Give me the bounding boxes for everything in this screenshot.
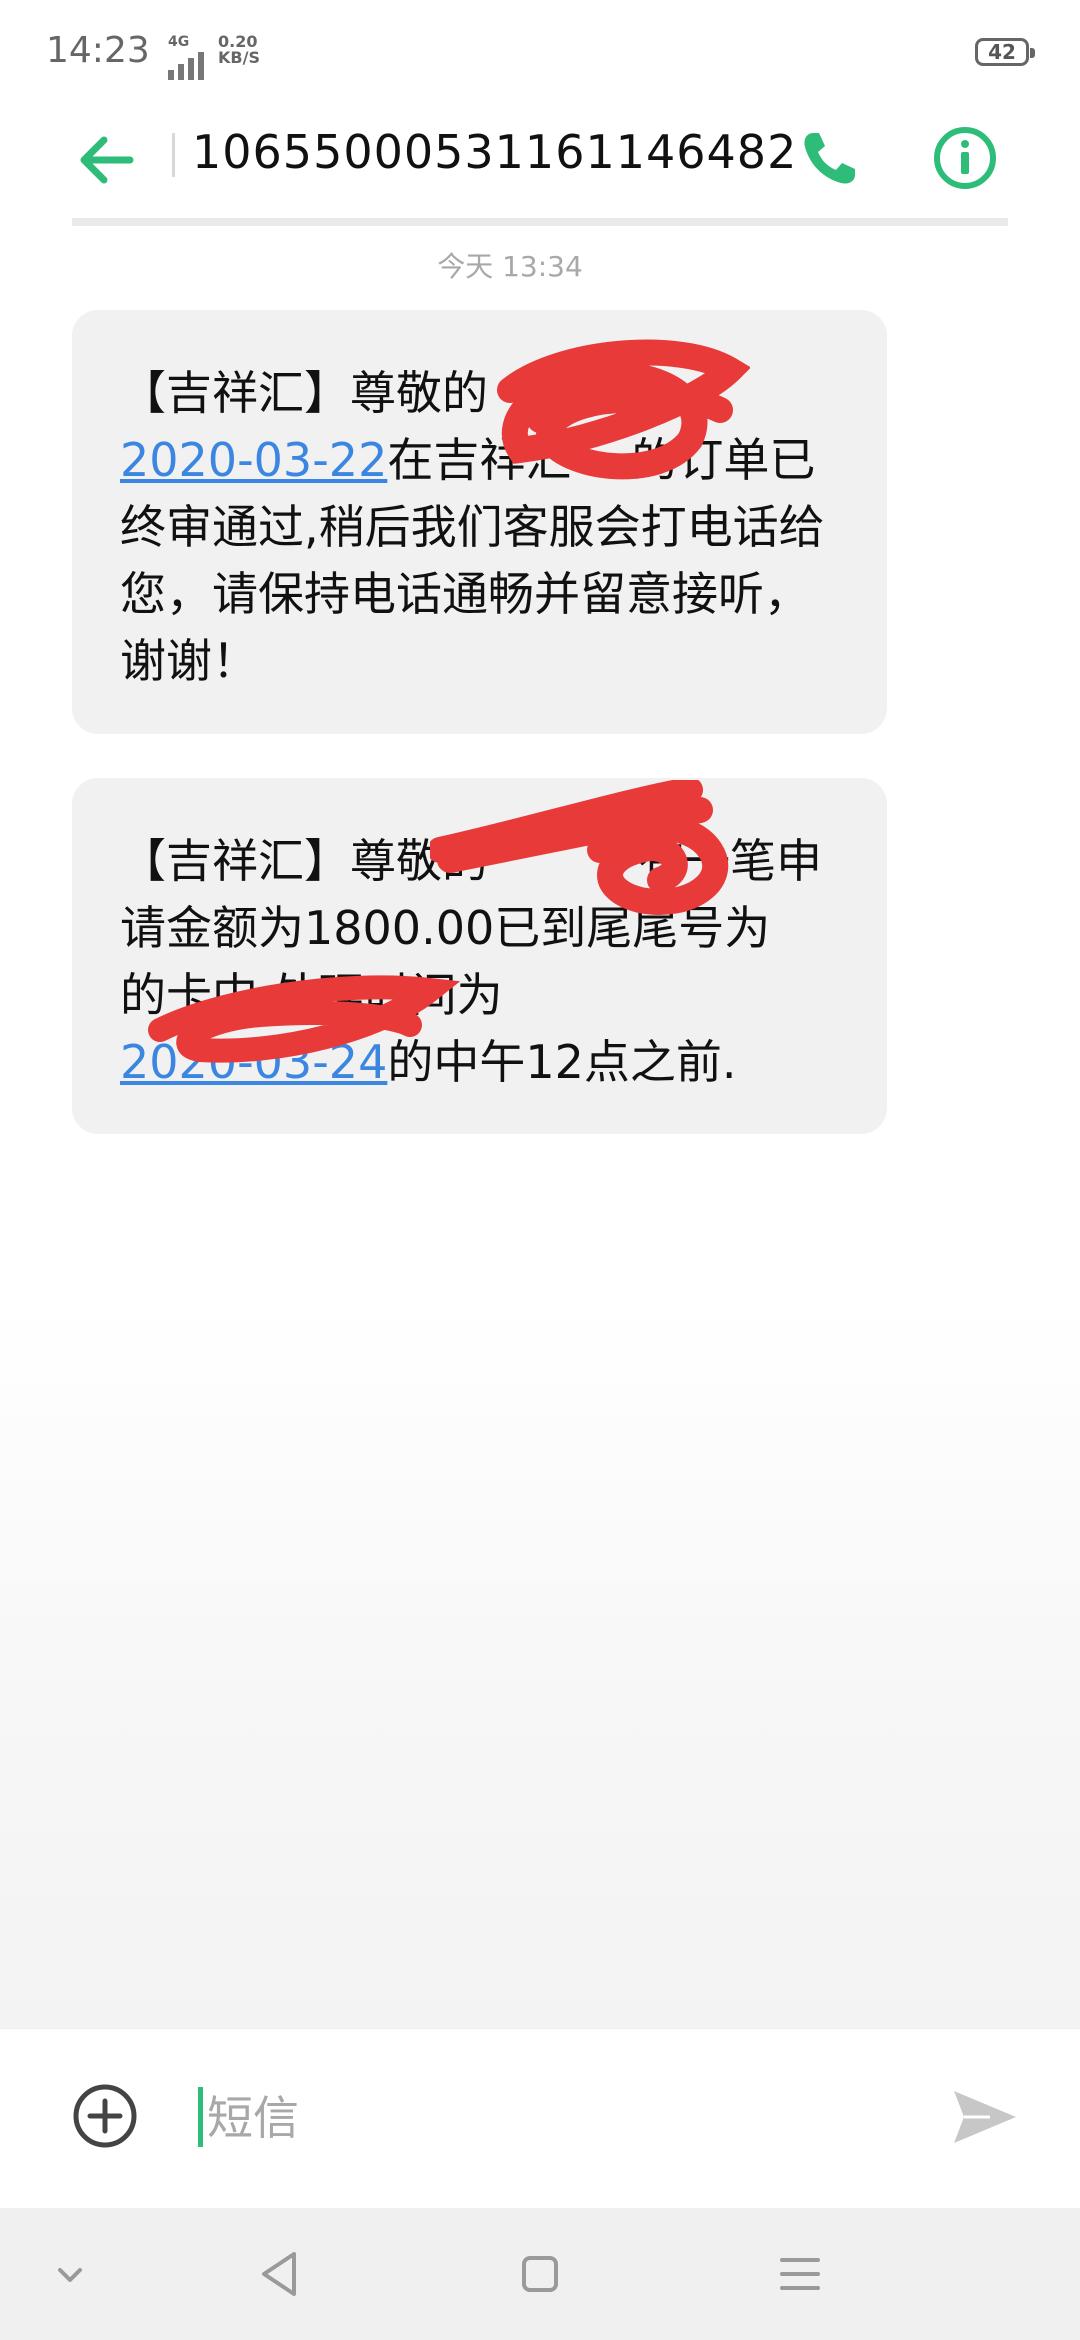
contact-number[interactable]: 10655000531161146482 [192, 125, 797, 179]
plus-circle-icon[interactable] [70, 2081, 140, 2151]
send-icon[interactable] [950, 2085, 1020, 2149]
date-link[interactable]: 2020-03-24 [120, 1035, 387, 1089]
back-triangle-icon[interactable] [250, 2244, 310, 2304]
message-text: 【吉祥汇】尊敬的 [120, 366, 488, 420]
message-text: 的卡中,处理时间为 [120, 968, 503, 1022]
status-time: 14:23 [46, 30, 150, 71]
message-text: 在吉祥汇 [387, 433, 572, 487]
thread-background [0, 1300, 1080, 2030]
info-icon[interactable] [930, 123, 1000, 193]
message-bubble[interactable]: 【吉祥汇】尊敬的 有一笔申请金额为1800.00已到尾尾号为的卡中,处理时间为 20… [72, 778, 887, 1134]
conversation-header: 10655000531161146482 [0, 105, 1080, 226]
message-timestamp: 今天 13:34 [437, 250, 583, 283]
arrow-left-icon[interactable] [72, 125, 142, 195]
message-bubble[interactable]: 【吉祥汇】尊敬的于 2020-03-22在吉祥汇 的订单已终审通过,稍后我们客服会打… [72, 310, 887, 734]
network-speed: 0.20 KB/S [218, 34, 260, 66]
home-square-icon[interactable] [510, 2244, 570, 2304]
header-separator [72, 218, 1008, 226]
text-cursor [198, 2087, 203, 2147]
battery-level: 42 [988, 40, 1016, 64]
header-divider [172, 133, 175, 177]
message-text: 于 [608, 366, 654, 420]
speed-unit: KB/S [218, 48, 260, 67]
signal-icon [168, 52, 204, 80]
message-text: 的中午12点之前. [387, 1035, 737, 1089]
menu-lines-icon[interactable] [770, 2244, 830, 2304]
date-link[interactable]: 2020-03-22 [120, 433, 387, 487]
network-type: 4G [168, 34, 190, 50]
battery-icon: 42 [975, 38, 1035, 66]
chevron-down-icon[interactable] [40, 2244, 100, 2304]
message-input[interactable] [205, 2077, 909, 2159]
phone-icon[interactable] [795, 123, 865, 193]
message-text: 【吉祥汇】尊敬的 [120, 834, 488, 888]
system-nav-bar [0, 2208, 1080, 2340]
compose-bar [0, 2028, 1080, 2209]
status-bar: 14:23 4G 0.20 KB/S 42 [0, 0, 1080, 105]
